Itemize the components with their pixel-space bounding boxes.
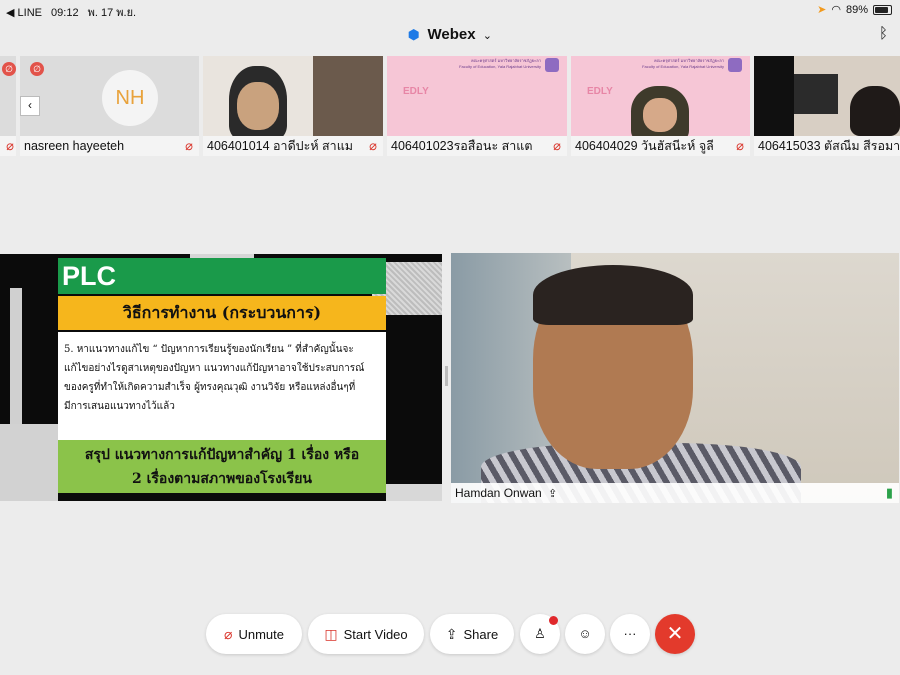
battery-percent: 89% xyxy=(845,3,868,16)
participant-video xyxy=(850,86,900,136)
slide-body-line: 5. หาแนวทางแก้ไข “ ปัญหาการเรียนรู้ของนั… xyxy=(64,344,354,355)
slide-title: PLC xyxy=(58,258,386,294)
recording-icon: ∅ xyxy=(2,62,16,76)
close-icon: ✕ xyxy=(666,623,684,645)
participant-name-text: 406415033 ตัสณีม สีรอมา xyxy=(758,139,900,153)
participant-name-text: 406401014 อาดีปะห์ สาแม xyxy=(207,139,353,153)
slide-body: 5. หาแนวทางแก้ไข “ ปัญหาการเรียนรู้ของนั… xyxy=(58,332,386,440)
notification-badge xyxy=(549,616,558,625)
mic-muted-icon: ⌀ xyxy=(369,138,377,153)
participant-tile[interactable]: 406415033 ตัสณีม สีรอมา xyxy=(754,56,900,156)
bluetooth-icon[interactable]: ᛒ xyxy=(879,25,888,42)
participant-tile-partial[interactable]: ⌀ ∅ xyxy=(0,56,16,156)
mic-muted-icon: ⌀ xyxy=(736,138,744,153)
active-speaker-video[interactable]: Hamdan Onwan ⇪ ▮ xyxy=(451,253,899,503)
battery-icon xyxy=(873,4,892,15)
avatar: NH xyxy=(102,70,158,126)
virtual-bg-header: คณะครุศาสตร์ มหาวิทยาลัยราชภัฏยะลา Facult… xyxy=(387,56,567,76)
start-video-label: Start Video xyxy=(343,627,408,642)
video-off-icon: ◫ xyxy=(324,626,338,642)
participant-face xyxy=(643,98,677,132)
unmute-button[interactable]: ⌀ Unmute xyxy=(206,614,302,654)
shared-content[interactable]: PLC วิธีการทำงาน (กระบวนการ) 5. หาแนวทาง… xyxy=(0,254,442,501)
edly-mark: EDLY xyxy=(587,86,613,97)
mic-on-icon: ▮ xyxy=(885,485,893,500)
more-icon: ··· xyxy=(623,626,637,641)
smiley-icon: ☺ xyxy=(578,626,592,641)
mic-muted-icon: ⌀ xyxy=(224,626,233,642)
app-title-menu[interactable]: ⬢ Webex ⌄ xyxy=(0,26,900,43)
participant-name: 406404029 วันฮัสนีะห์ จูลี xyxy=(571,136,750,156)
participant-tile[interactable]: 406401014 อาดีปะห์ สาแม ⌀ xyxy=(203,56,383,156)
sharing-icon: ⇪ xyxy=(548,488,558,500)
faculty-english: Faculty of Education, Yala Rajabhat Univ… xyxy=(459,64,541,69)
app-title: Webex xyxy=(427,26,476,43)
participant-name: 406401014 อาดีปะห์ สาแม xyxy=(203,136,383,156)
wifi-icon: ◠ xyxy=(831,4,841,16)
virtual-bg-header: คณะครุศาสตร์ มหาวิทยาลัยราชภัฏยะลา Facult… xyxy=(571,56,750,76)
participant-name-text: 406401023รอสือนะ สาแต xyxy=(391,139,533,153)
university-logo-icon xyxy=(545,58,559,72)
mic-muted-icon: ⌀ xyxy=(553,138,561,153)
faculty-english: Faculty of Education, Yala Rajabhat Univ… xyxy=(642,64,724,69)
video-background xyxy=(794,74,838,114)
participants-icon: ♙ xyxy=(534,626,546,641)
split-view-handle[interactable] xyxy=(445,366,448,386)
participant-name-text: 406404029 วันฮัสนีะห์ จูลี xyxy=(575,139,714,153)
participant-tile[interactable]: คณะครุศาสตร์ มหาวิทยาลัยราชภัฏยะลา Facult… xyxy=(387,56,567,156)
title-bar: ⬢ Webex ⌄ ᛒ xyxy=(0,22,900,48)
speaker-name-bar: Hamdan Onwan ⇪ xyxy=(451,483,899,503)
participant-name: 406401023รอสือนะ สาแต xyxy=(387,136,567,156)
participant-name: 406415033 ตัสณีม สีรอมา xyxy=(754,136,900,156)
slide-body-line: แก้ไขอย่างไรดูสาเหตุของปัญหา แนวทางแก้ปั… xyxy=(64,363,365,374)
shield-icon: ⬢ xyxy=(408,27,420,42)
share-label: Share xyxy=(463,627,499,642)
slide-body-line: ของครูที่ทำให้เกิดความสำเร็จ ผู้ทรงคุณวุ… xyxy=(64,382,356,393)
mic-muted-icon: ⌀ xyxy=(185,138,193,153)
leave-meeting-button[interactable]: ✕ xyxy=(655,614,695,654)
more-options-button[interactable]: ··· xyxy=(610,614,650,654)
meeting-controls: ⌀ Unmute ◫ Start Video ⇪ Share ♙ ☺ ··· ✕ xyxy=(0,614,900,656)
speaker-name: Hamdan Onwan xyxy=(455,486,542,500)
start-video-button[interactable]: ◫ Start Video xyxy=(308,614,424,654)
participant-name: nasreen hayeeteh xyxy=(20,136,199,156)
slide-decoration xyxy=(0,424,58,501)
chevron-left-icon[interactable]: ‹ xyxy=(20,96,40,116)
participant-tile[interactable]: คณะครุศาสตร์ มหาวิทยาลัยราชภัฏยะลา Facult… xyxy=(571,56,750,156)
share-button[interactable]: ⇪ Share xyxy=(430,614,514,654)
participant-tile[interactable]: ∅ NH nasreen hayeeteh ⌀ xyxy=(20,56,199,156)
video-background xyxy=(754,56,794,136)
share-icon: ⇪ xyxy=(445,626,458,642)
unmute-label: Unmute xyxy=(238,627,284,642)
back-to-app-link[interactable]: ◀ LINE xyxy=(6,7,42,19)
status-time: 09:12 xyxy=(51,7,79,19)
slide-summary-line: สรุป แนวทางการแก้ปัญหาสำคัญ 1 เรื่อง หรื… xyxy=(84,447,360,463)
slide-summary: สรุป แนวทางการแก้ปัญหาสำคัญ 1 เรื่อง หรื… xyxy=(58,440,386,493)
participants-button[interactable]: ♙ xyxy=(520,614,560,654)
participant-strip: ⌀ ∅ ∅ NH nasreen hayeeteh ⌀ 406401014 อา… xyxy=(0,56,900,156)
speaker-hair xyxy=(533,265,693,325)
mic-muted-icon: ⌀ xyxy=(6,138,14,153)
participant-face xyxy=(237,82,279,130)
participant-name-text: nasreen hayeeteh xyxy=(24,139,125,153)
slide-body-line: มีการเสนอแนวทางไว้แล้ว xyxy=(64,401,175,412)
reactions-button[interactable]: ☺ xyxy=(565,614,605,654)
slide-subtitle: วิธีการทำงาน (กระบวนการ) xyxy=(58,296,386,330)
mic-off-badge-icon: ∅ xyxy=(30,62,44,76)
location-icon: ➤ xyxy=(817,4,827,16)
chevron-down-icon: ⌄ xyxy=(482,30,492,42)
university-logo-icon xyxy=(728,58,742,72)
status-date: พ. 17 พ.ย. xyxy=(87,7,137,19)
status-bar: ◀ LINE 09:12 พ. 17 พ.ย. ➤ ◠ 89% xyxy=(0,0,900,19)
edly-mark: EDLY xyxy=(403,86,429,97)
slide-summary-line: 2 เรื่องตามสภาพของโรงเรียน xyxy=(132,471,312,487)
slide-decoration xyxy=(386,484,442,501)
